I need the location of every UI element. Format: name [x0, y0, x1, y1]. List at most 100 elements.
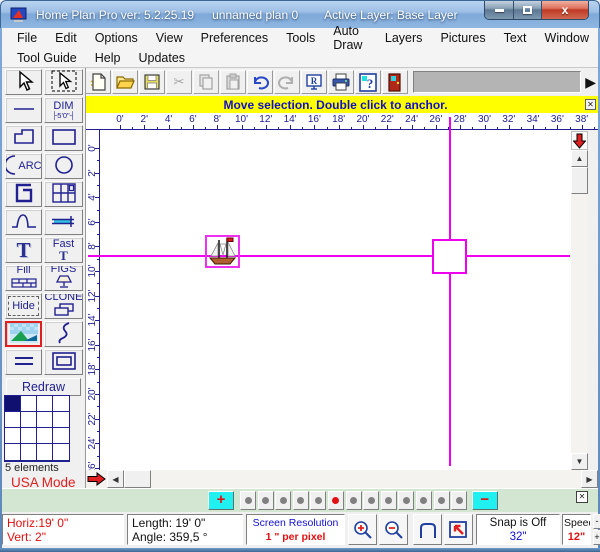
- line-tool-button[interactable]: [5, 97, 42, 123]
- drawing-canvas[interactable]: [100, 130, 571, 470]
- wall-tool-button[interactable]: [44, 209, 83, 235]
- save-plan-button[interactable]: [139, 70, 165, 94]
- snap-panel[interactable]: Snap is Off 32": [476, 514, 560, 545]
- menu-preferences[interactable]: Preferences: [192, 31, 277, 45]
- layer-dot-button-12[interactable]: [434, 491, 450, 510]
- menu-edit[interactable]: Edit: [46, 31, 86, 45]
- zoom-in-button[interactable]: [348, 514, 377, 545]
- toolbar-scroll-right-icon[interactable]: ▶: [585, 74, 596, 91]
- fast-text-tool-button[interactable]: FastT: [44, 237, 83, 263]
- grid-cell[interactable]: [37, 412, 53, 428]
- menu-pictures[interactable]: Pictures: [431, 31, 494, 45]
- menu-file[interactable]: File: [8, 31, 46, 45]
- roof-curve-tool-button[interactable]: [5, 209, 42, 235]
- menu-help[interactable]: Help: [86, 51, 130, 65]
- copy-button[interactable]: [193, 70, 219, 94]
- grid-cell[interactable]: [53, 428, 69, 444]
- zoom-out-button[interactable]: [379, 514, 408, 545]
- grid-cell[interactable]: [5, 428, 21, 444]
- grid-cell[interactable]: [5, 396, 21, 412]
- scroll-right-button[interactable]: ▶: [581, 470, 598, 488]
- arc-tool-button[interactable]: ARC: [5, 153, 42, 179]
- grid-cell[interactable]: [21, 428, 37, 444]
- menu-tool-guide[interactable]: Tool Guide: [8, 51, 86, 65]
- picture-tool-button[interactable]: [5, 321, 42, 347]
- layer-dot-button-1[interactable]: [240, 491, 256, 510]
- zoom-selection-button[interactable]: [444, 514, 473, 545]
- parallel-lines-tool-button[interactable]: [5, 349, 42, 375]
- menu-view[interactable]: View: [147, 31, 192, 45]
- speed-increase-button[interactable]: +: [593, 530, 600, 545]
- element-selection-grid[interactable]: [4, 395, 70, 462]
- grid-cell[interactable]: [21, 396, 37, 412]
- grid-cell[interactable]: [37, 428, 53, 444]
- close-button[interactable]: x: [542, 1, 588, 19]
- layer-dot-button-4[interactable]: [293, 491, 309, 510]
- layer-dot-button-10[interactable]: [398, 491, 414, 510]
- scroll-up-red-arrow-button[interactable]: [571, 131, 588, 150]
- select-tool-button[interactable]: [5, 69, 42, 95]
- scroll-left-button[interactable]: ◀: [107, 470, 124, 488]
- layer-dot-button-8[interactable]: [363, 491, 379, 510]
- fit-view-button[interactable]: [413, 514, 442, 545]
- layer-dot-button-5[interactable]: [310, 491, 326, 510]
- grid-cell[interactable]: [53, 396, 69, 412]
- new-plan-button[interactable]: [85, 70, 111, 94]
- ship-selection-box[interactable]: [205, 235, 240, 268]
- redo-button[interactable]: [274, 70, 300, 94]
- exit-button[interactable]: [382, 70, 408, 94]
- menu-updates[interactable]: Updates: [129, 51, 194, 65]
- vertical-scrollbar-thumb[interactable]: [571, 167, 588, 194]
- hide-tool-button[interactable]: Hide: [5, 293, 42, 319]
- vertical-scrollbar-track[interactable]: [571, 150, 588, 470]
- horizontal-scrollbar-track[interactable]: [86, 470, 598, 488]
- grid-cell[interactable]: [5, 444, 21, 460]
- open-plan-button[interactable]: [112, 70, 138, 94]
- pan-red-arrow-icon[interactable]: [87, 472, 106, 486]
- inner-rectangle-tool-button[interactable]: [44, 349, 83, 375]
- undo-button[interactable]: [247, 70, 273, 94]
- freehand-tool-button[interactable]: [44, 321, 83, 347]
- screen-res-button[interactable]: R: [301, 70, 327, 94]
- layer-dot-button-13[interactable]: [451, 491, 467, 510]
- menu-options[interactable]: Options: [86, 31, 147, 45]
- layer-dot-button-11[interactable]: [416, 491, 432, 510]
- grid-cell[interactable]: [21, 412, 37, 428]
- layer-dot-button-2[interactable]: [258, 491, 274, 510]
- grid-cell[interactable]: [5, 412, 21, 428]
- scroll-up-button[interactable]: ▲: [571, 150, 588, 167]
- select-group-tool-button[interactable]: [44, 69, 83, 95]
- fill-tool-button[interactable]: Fill: [5, 265, 42, 291]
- menu-layers[interactable]: Layers: [376, 31, 432, 45]
- layer-dot-button-7[interactable]: [346, 491, 362, 510]
- scroll-down-button[interactable]: ▼: [571, 453, 588, 470]
- menu-text[interactable]: Text: [495, 31, 536, 45]
- print-button[interactable]: [328, 70, 354, 94]
- remove-layer-button[interactable]: −: [472, 491, 498, 510]
- message-close-icon[interactable]: ✕: [585, 99, 596, 110]
- polyline-tool-button[interactable]: [5, 125, 42, 151]
- circle-tool-button[interactable]: [44, 153, 83, 179]
- grid-cell[interactable]: [53, 412, 69, 428]
- dot-bar-close-icon[interactable]: ✕: [576, 491, 588, 503]
- maximize-button[interactable]: [514, 1, 542, 19]
- grid-cell[interactable]: [53, 444, 69, 460]
- cut-button[interactable]: ✂: [166, 70, 192, 94]
- text-tool-button[interactable]: T: [5, 237, 42, 263]
- stairs-tool-button[interactable]: [5, 181, 42, 207]
- figures-tool-button[interactable]: FIGS: [44, 265, 83, 291]
- speed-decrease-button[interactable]: -: [593, 514, 600, 529]
- redraw-button[interactable]: Redraw: [6, 378, 81, 396]
- help-button[interactable]: ?: [355, 70, 381, 94]
- grid-cell[interactable]: [37, 444, 53, 460]
- menu-window[interactable]: Window: [536, 31, 598, 45]
- grid-cell[interactable]: [21, 444, 37, 460]
- windows-tool-button[interactable]: [44, 181, 83, 207]
- menu-tools[interactable]: Tools: [277, 31, 324, 45]
- add-layer-button[interactable]: +: [208, 491, 234, 510]
- paste-button[interactable]: [220, 70, 246, 94]
- rectangle-tool-button[interactable]: [44, 125, 83, 151]
- menu-auto-draw[interactable]: Auto Draw: [324, 24, 376, 52]
- dimension-tool-button[interactable]: DIM├5'0"┤: [44, 97, 83, 123]
- layer-dot-button-3[interactable]: [275, 491, 291, 510]
